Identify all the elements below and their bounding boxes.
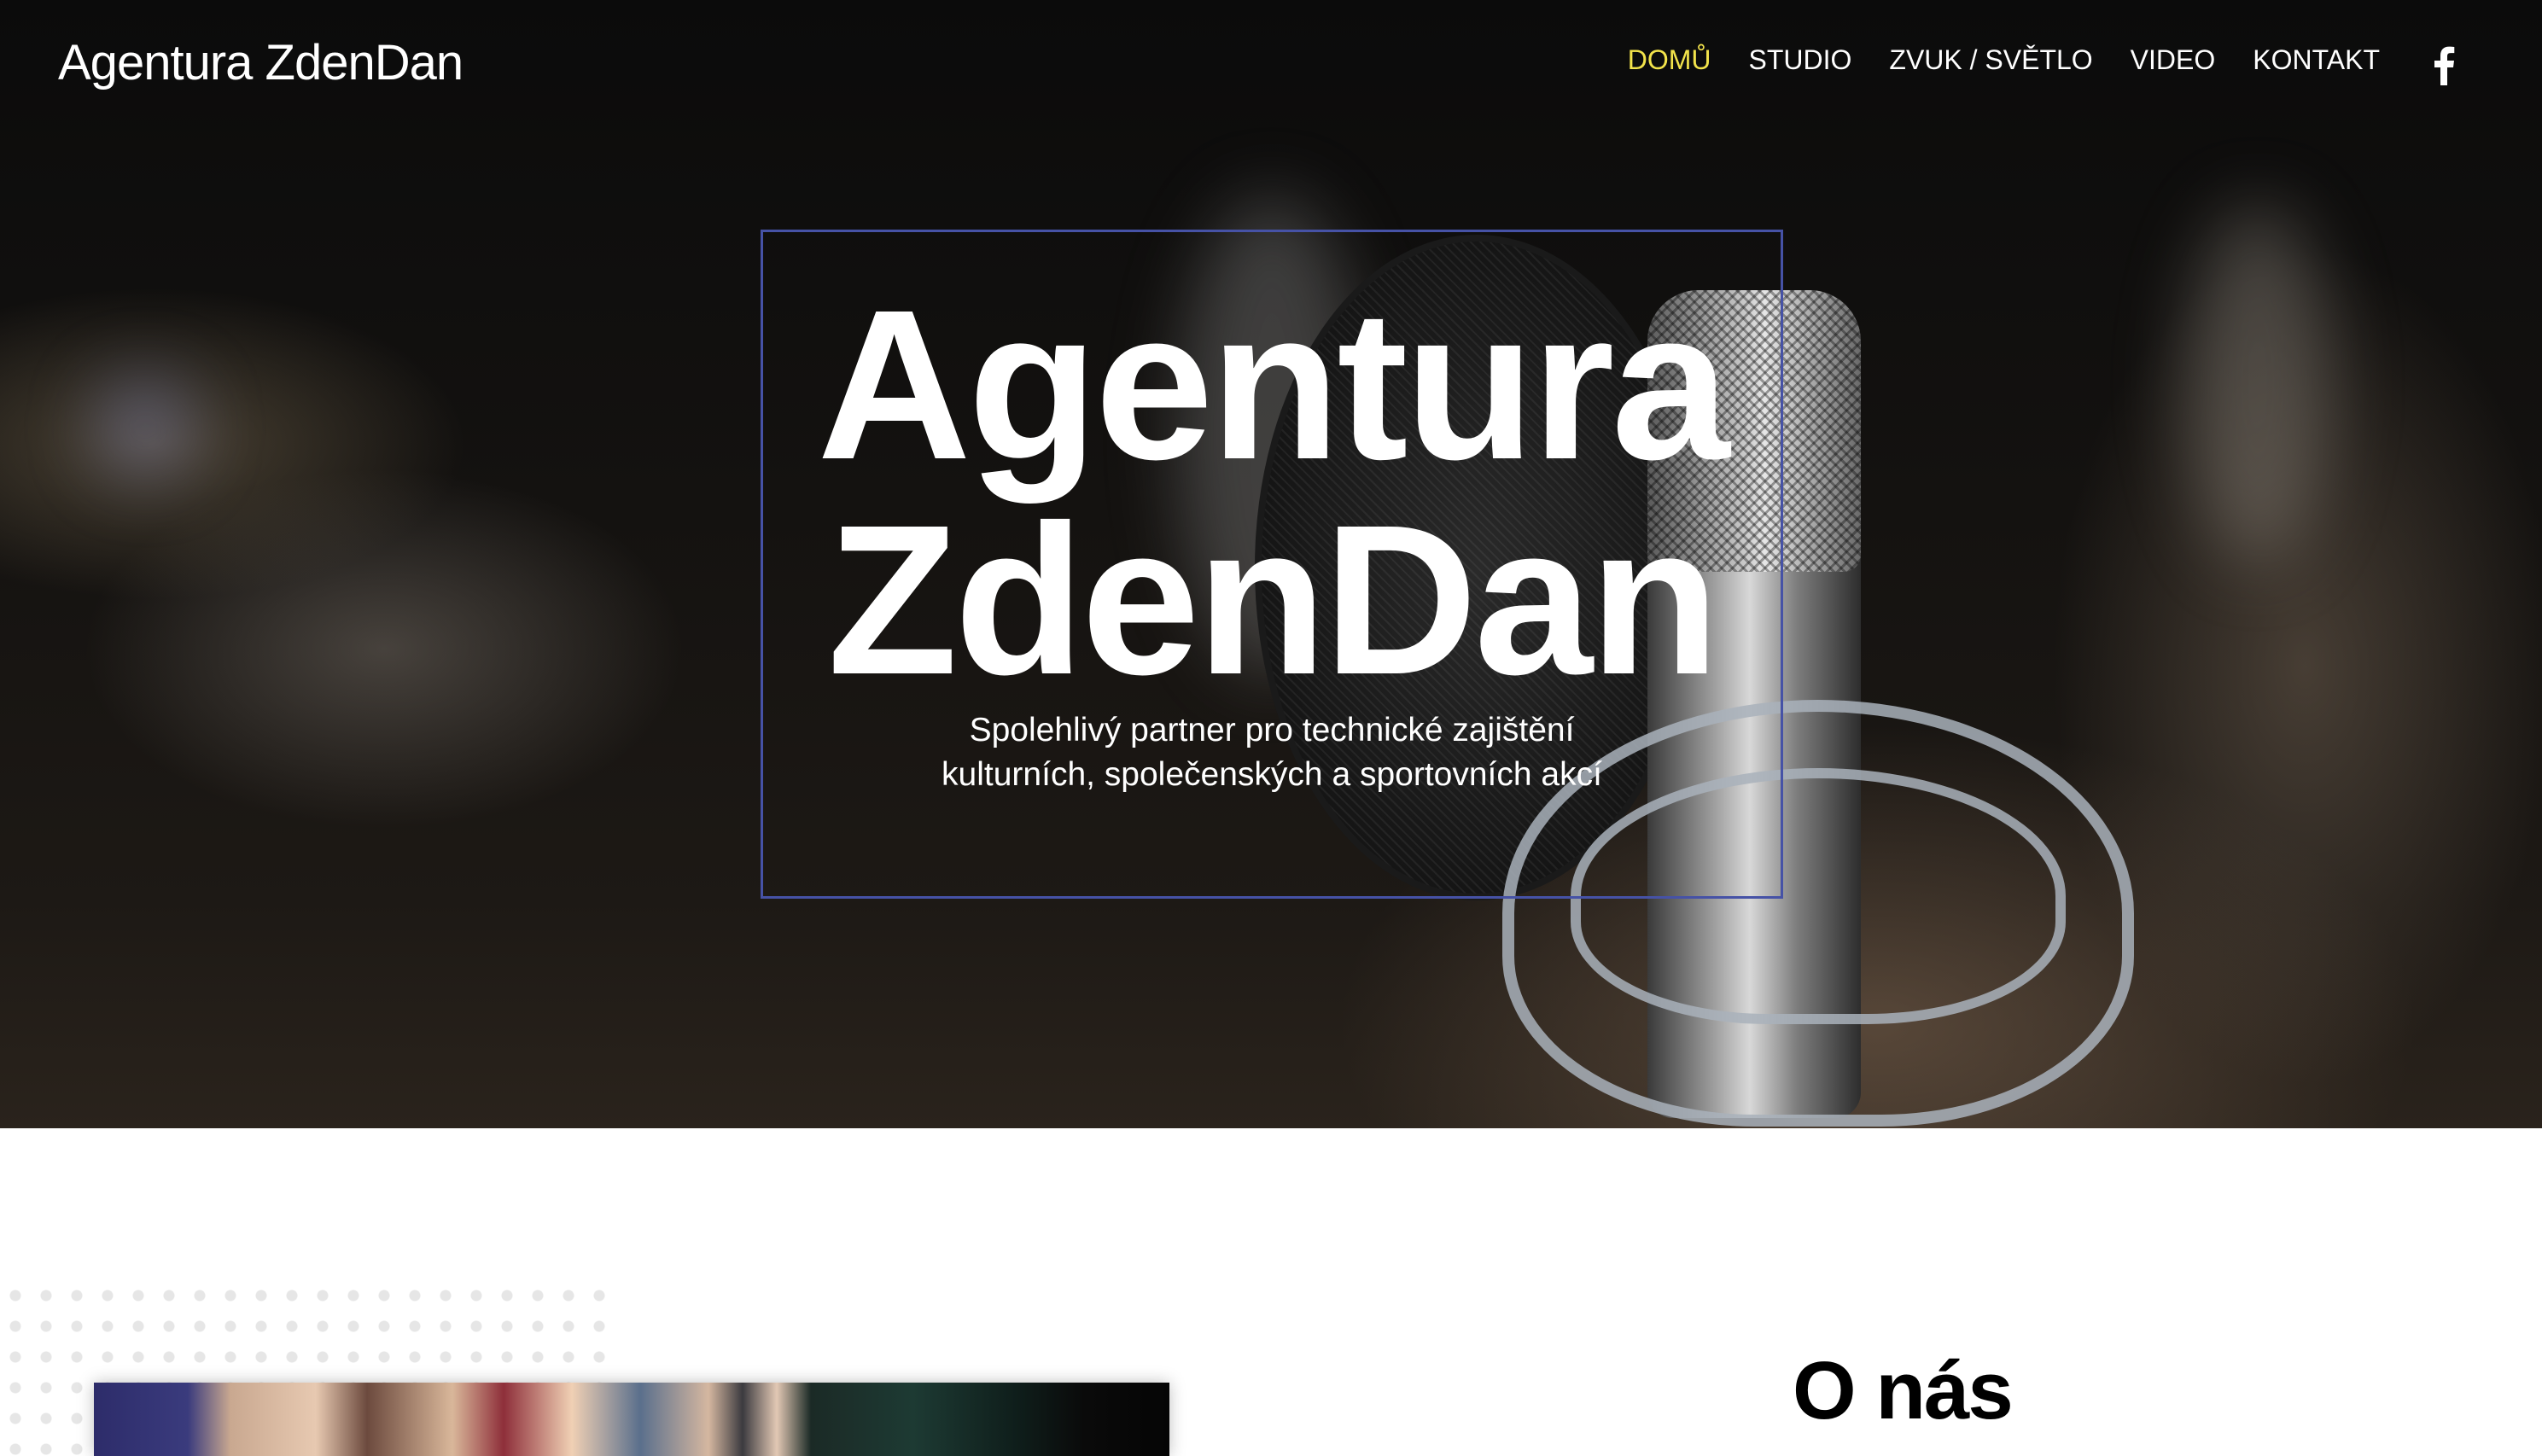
main-nav: DOMŮ STUDIO ZVUK / SVĚTLO VIDEO KONTAKT [1628, 44, 2380, 76]
background-blur-light [2185, 205, 2330, 563]
about-photo [94, 1383, 1169, 1456]
background-blur-light [94, 376, 196, 478]
about-title: O nás [1793, 1345, 2014, 1436]
hero-title-line1: Agentura [817, 265, 1729, 504]
site-header: Agentura ZdenDan DOMŮ STUDIO ZVUK / SVĚT… [0, 0, 2542, 128]
nav-item-kontakt[interactable]: KONTAKT [2253, 44, 2380, 76]
hero-subtitle: Spolehlivý partner pro technické zajiště… [761, 708, 1783, 797]
hero-subtitle-line1: Spolehlivý partner pro technické zajiště… [969, 712, 1575, 748]
hero-title: Agentura ZdenDan [761, 277, 1783, 708]
hero-title-line2: ZdenDan [827, 480, 1719, 719]
site-logo[interactable]: Agentura ZdenDan [58, 34, 464, 91]
nav-item-zvuk-svetlo[interactable]: ZVUK / SVĚTLO [1889, 44, 2092, 76]
nav-item-studio[interactable]: STUDIO [1749, 44, 1852, 76]
nav-item-video[interactable]: VIDEO [2131, 44, 2216, 76]
nav-item-domu[interactable]: DOMŮ [1628, 44, 1711, 76]
facebook-icon[interactable] [2429, 46, 2457, 85]
facebook-icon-glyph [2434, 46, 2455, 85]
hero-subtitle-line2: kulturních, společenských a sportovních … [942, 756, 1602, 793]
